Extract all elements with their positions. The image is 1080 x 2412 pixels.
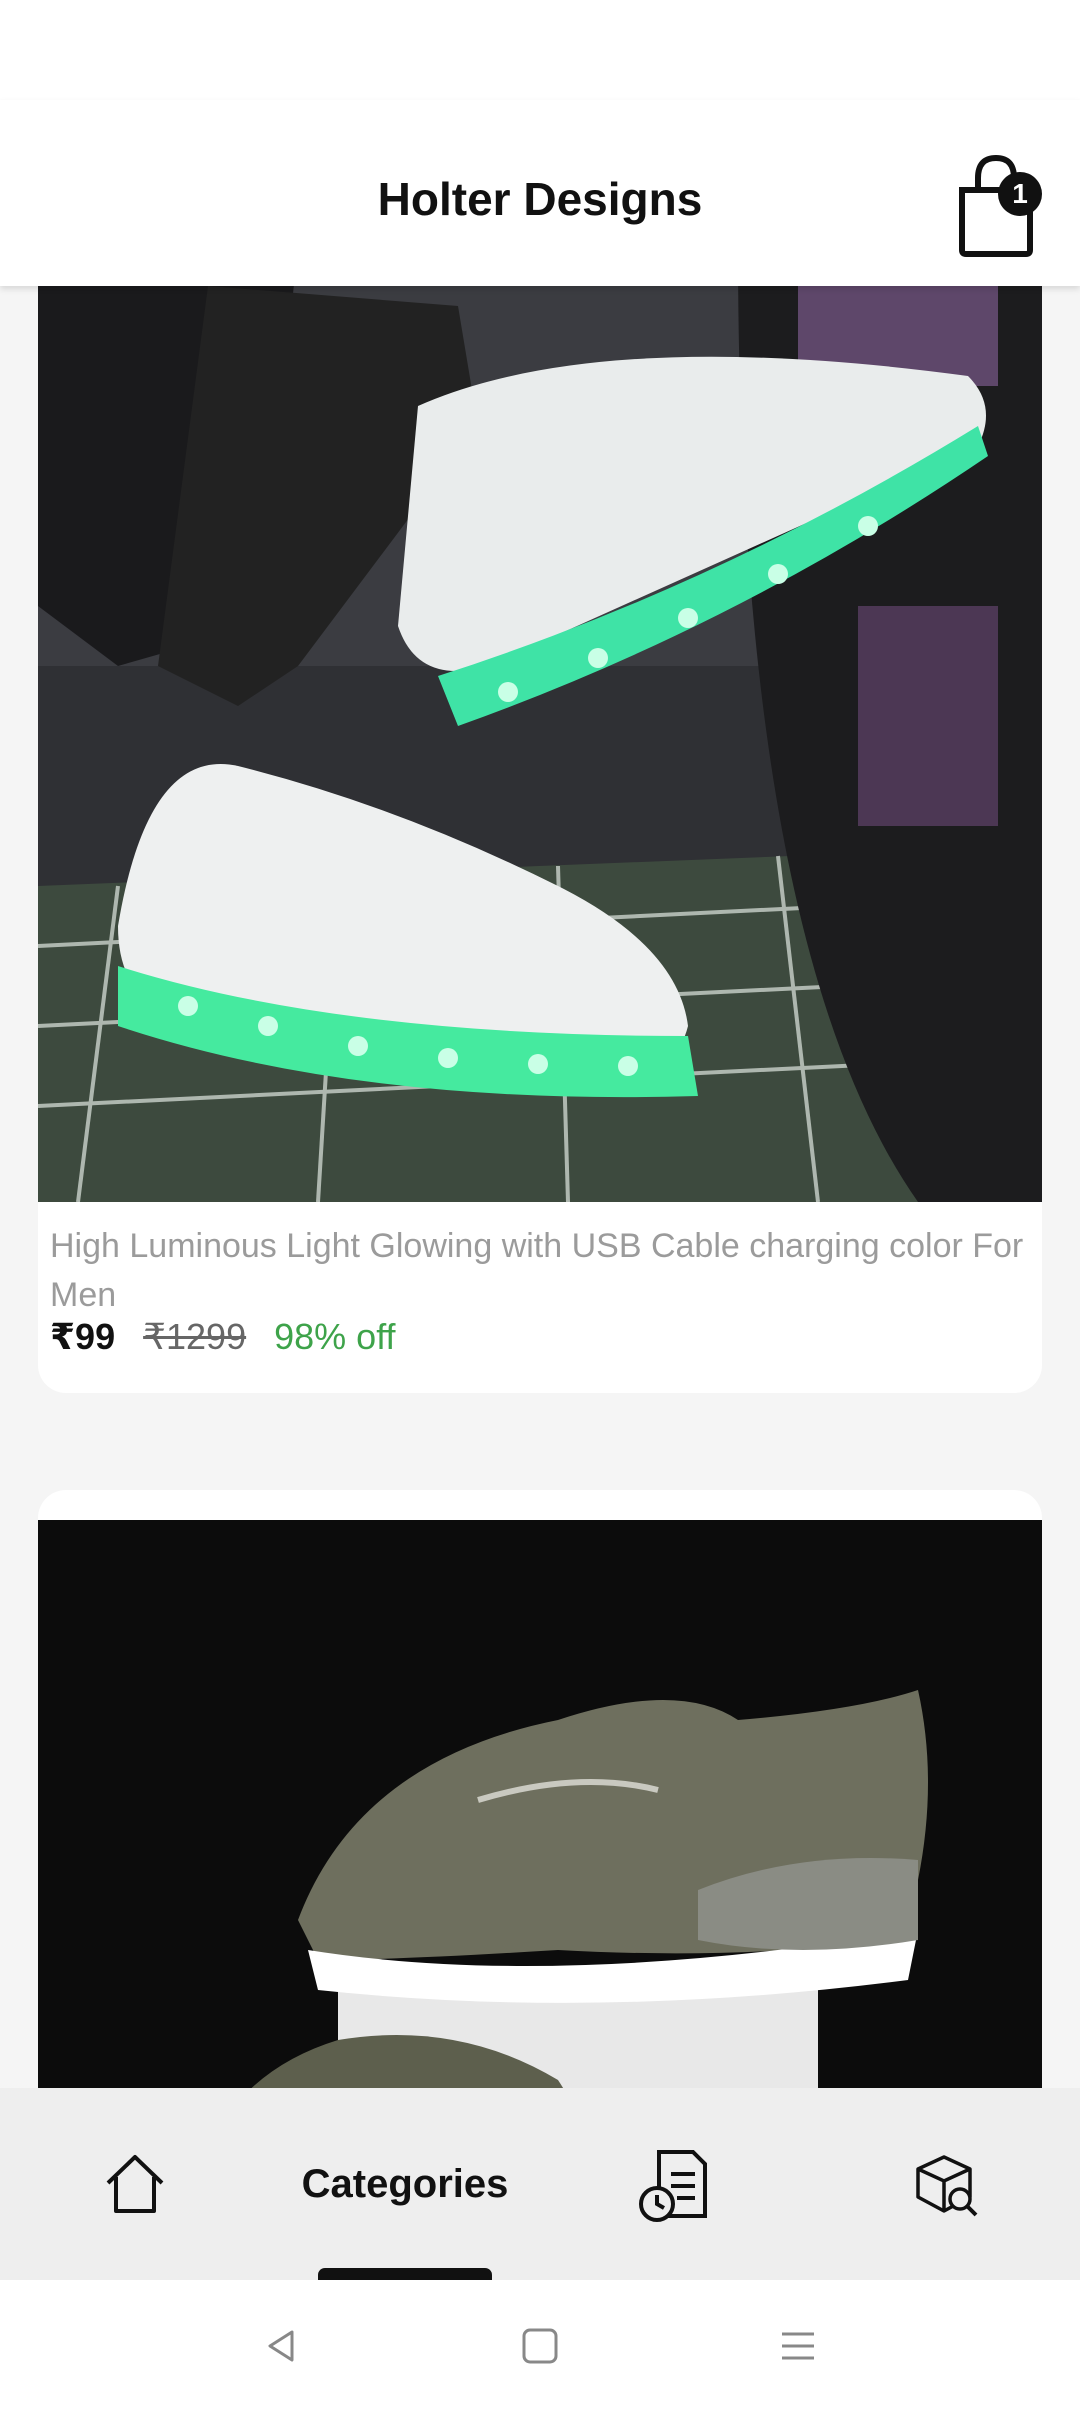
recents-square-icon: [522, 2328, 558, 2364]
cart-count-badge: 1: [998, 172, 1042, 216]
app-header: Holter Designs 1: [0, 100, 1080, 286]
system-menu-button[interactable]: [762, 2310, 834, 2382]
package-search-icon: [916, 2155, 978, 2217]
home-icon: [106, 2155, 164, 2213]
product-image-led-sneakers[interactable]: [38, 286, 1042, 1202]
system-home-button[interactable]: [504, 2310, 576, 2382]
price-row: ₹99 ₹1299 98% off: [50, 1316, 396, 1358]
system-back-button[interactable]: [246, 2310, 318, 2382]
price-current: ₹99: [50, 1316, 116, 1357]
nav-package-search[interactable]: [890, 2088, 1000, 2280]
product-card[interactable]: High Luminous Light Glowing with USB Cab…: [38, 286, 1042, 1393]
status-bar: [0, 0, 1080, 100]
product-card[interactable]: [38, 1490, 1042, 2088]
price-original: ₹1299: [143, 1316, 247, 1357]
product-image-olive-sneakers[interactable]: [38, 1520, 1042, 2088]
orders-history-icon: [639, 2150, 707, 2222]
nav-home[interactable]: [80, 2088, 190, 2280]
bottom-nav: Categories: [0, 2088, 1080, 2280]
nav-categories-label: Categories: [301, 2161, 509, 2206]
nav-categories[interactable]: Categories: [260, 2088, 550, 2280]
menu-icon: [782, 2332, 814, 2360]
page-title: Holter Designs: [377, 173, 703, 225]
discount-label: 98% off: [274, 1316, 396, 1357]
system-nav-bar: [0, 2280, 1080, 2412]
product-feed[interactable]: High Luminous Light Glowing with USB Cab…: [0, 286, 1080, 2088]
nav-orders[interactable]: [620, 2088, 730, 2280]
back-icon: [268, 2330, 294, 2362]
cart-button[interactable]: 1: [950, 150, 1050, 260]
product-title[interactable]: High Luminous Light Glowing with USB Cab…: [50, 1222, 1030, 1320]
